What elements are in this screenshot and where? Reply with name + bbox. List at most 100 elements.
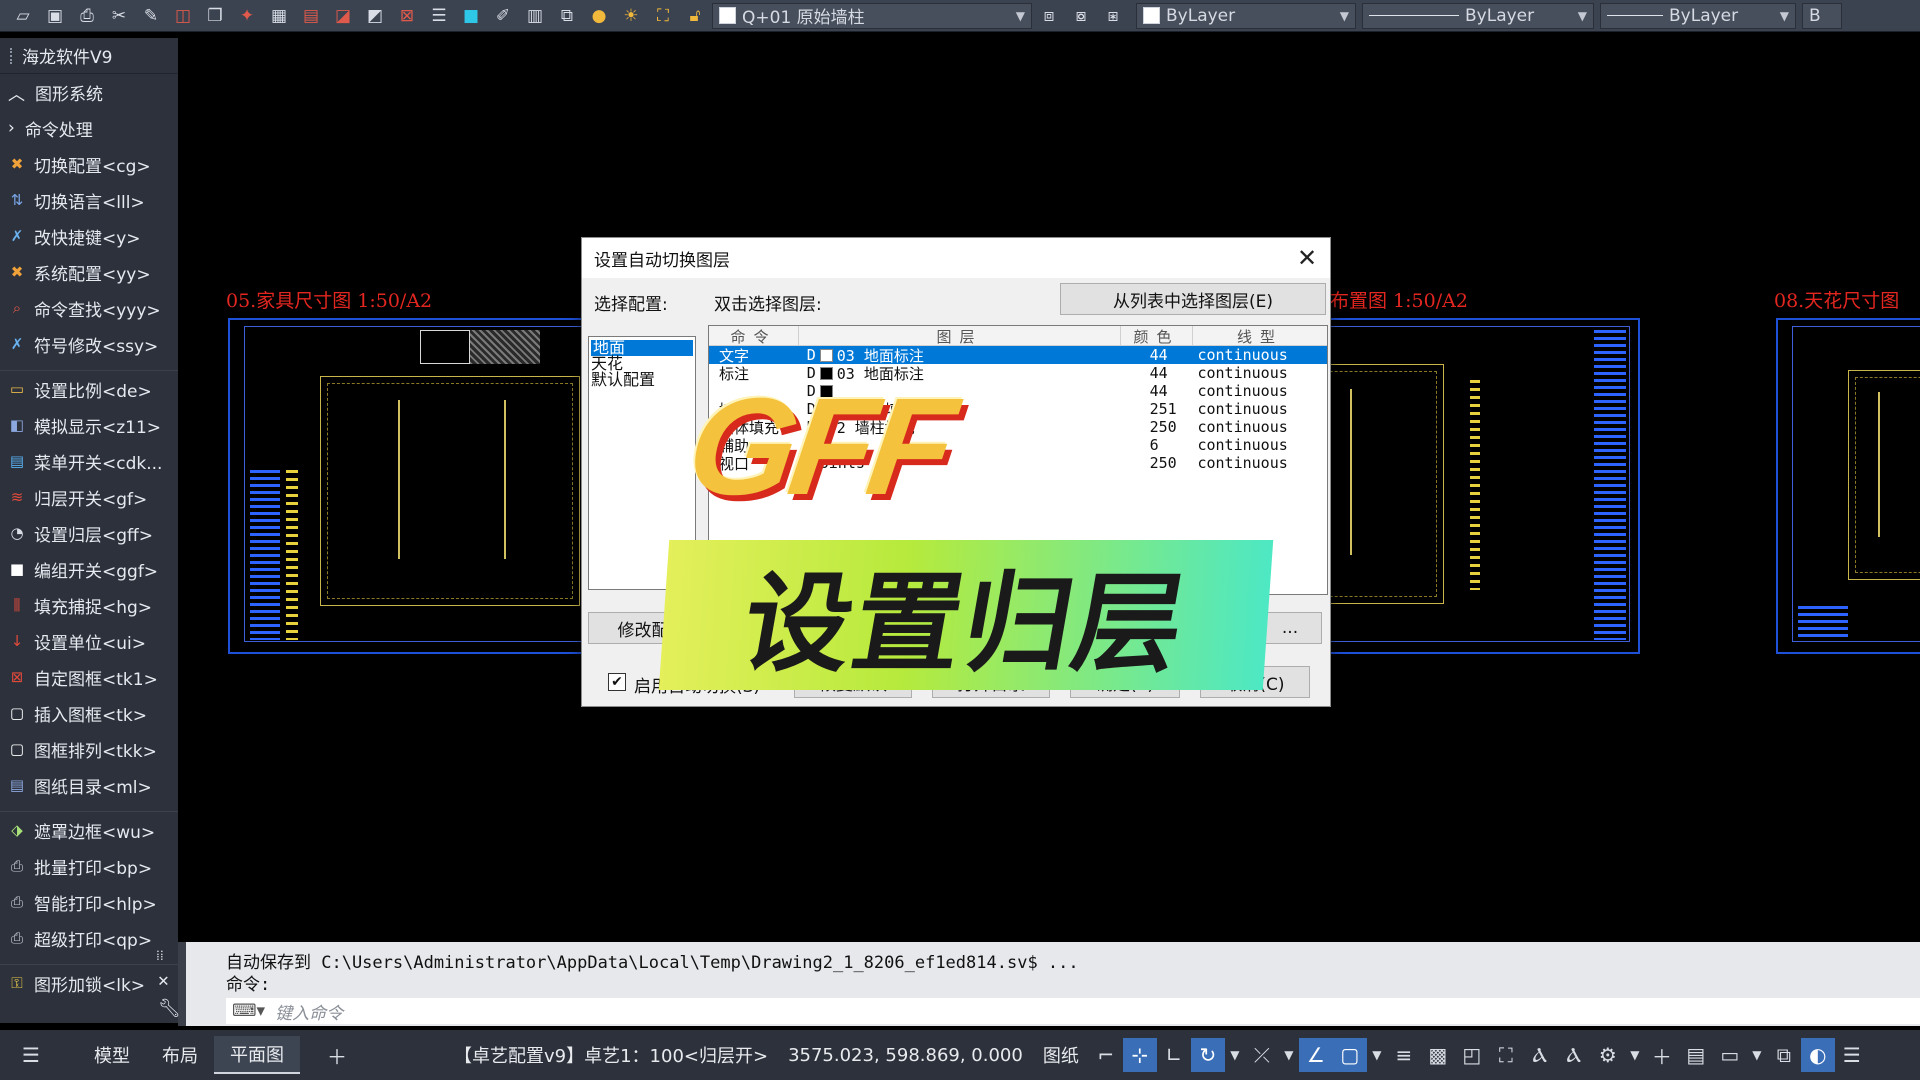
layer-unisolate-icon[interactable]: ⧆	[1098, 2, 1128, 30]
sidebar-item-insert-frame[interactable]: ▢ 插入图框<tk>	[0, 695, 178, 731]
sidebar-item-simulate-display[interactable]: ◧ 模拟显示<z11>	[0, 407, 178, 443]
sidebar-item-system-config[interactable]: ✖ 系统配置<yy>	[0, 254, 178, 290]
tab-plan[interactable]: 平面图	[214, 1036, 300, 1074]
selection-cycling-icon[interactable]: ◰	[1455, 1038, 1489, 1072]
lineweight-icon[interactable]: ≡	[1387, 1038, 1421, 1072]
transparency-icon[interactable]: ▩	[1421, 1038, 1455, 1072]
chevron-down-icon[interactable]: ▼	[1747, 1038, 1767, 1072]
layer-delete-icon[interactable]: ⊠	[392, 2, 422, 30]
sidebar-item-shortcut[interactable]: ✗ 改快捷键<y>	[0, 218, 178, 254]
chevron-down-icon[interactable]: ▼	[1367, 1038, 1387, 1072]
column-header[interactable]: 颜色	[1121, 326, 1193, 346]
sidebar-item-mask-border[interactable]: ⬗ 遮罩边框<wu>	[0, 812, 178, 848]
command-input[interactable]: ⌨▾ 键入命令	[226, 998, 1920, 1024]
close-icon[interactable]: ✕	[1284, 238, 1330, 278]
column-header[interactable]: 命令	[709, 326, 799, 346]
chevron-down-icon[interactable]: ▼	[1225, 1038, 1245, 1072]
display-icon[interactable]: ▭	[1713, 1038, 1747, 1072]
isometric-icon[interactable]: ⤫	[1245, 1038, 1279, 1072]
crosshair-icon[interactable]: ＋	[1645, 1038, 1679, 1072]
layer-dropdown[interactable]: Q+01 原始墙柱 ▼	[712, 2, 1032, 29]
lineweight-dropdown[interactable]: ByLayer ▼	[1600, 2, 1796, 29]
chevron-down-icon[interactable]: ▼	[1279, 1038, 1299, 1072]
isolate-objects-icon[interactable]: ◐	[1800, 1038, 1835, 1072]
sidebar-item-set-layer[interactable]: ◔ 设置归层<gff>	[0, 515, 178, 551]
hamburger-menu-icon[interactable]: ☰	[14, 1038, 48, 1072]
layer-state-icon[interactable]: ◪	[328, 2, 358, 30]
paper-toggle[interactable]: 图纸	[1033, 1042, 1089, 1068]
save-icon[interactable]: ▣	[40, 2, 70, 30]
sidebar-item-lock-drawing[interactable]: ⚿ 图形加锁<lk>	[0, 965, 178, 1001]
sidebar-item-group-toggle[interactable]: ■ 编组开关<ggf>	[0, 551, 178, 587]
sidebar-item-command-search[interactable]: ⌕ 命令查找<yyy>	[0, 290, 178, 326]
annotation-scale-icon[interactable]: Ⲁ	[1557, 1038, 1591, 1072]
workspace-icon[interactable]: ⧉	[1767, 1038, 1801, 1072]
sidebar-section-graphics[interactable]: ︿ 图形系统	[0, 74, 178, 110]
3d-snap-icon[interactable]: ⛶	[1489, 1038, 1523, 1072]
table-row[interactable]: 文字 D 03 地面标注 44 continuous	[709, 346, 1327, 365]
ortho-icon[interactable]: ∟	[1157, 1038, 1191, 1072]
sidebar-item-custom-frame[interactable]: ⊠ 自定图框<tk1>	[0, 659, 178, 695]
linetype-dropdown[interactable]: ByLayer ▼	[1362, 2, 1594, 29]
plotstyle-dropdown[interactable]: B	[1802, 2, 1842, 29]
config-option[interactable]: 默认配置	[589, 372, 695, 388]
snap-mode-icon[interactable]: ⊹	[1122, 1038, 1157, 1072]
color-dropdown[interactable]: ByLayer ▼	[1136, 2, 1356, 29]
sidebar-item-hatch-snap[interactable]: ⫼ 填充捕捉<hg>	[0, 587, 178, 623]
sidebar-section-commands[interactable]: › 命令处理	[0, 110, 178, 146]
lock-icon[interactable]: 🔓︎	[680, 2, 710, 30]
object-snap-icon[interactable]: ▢	[1332, 1038, 1367, 1072]
layer-manager-icon[interactable]: ☰	[424, 2, 454, 30]
drag-handle-icon[interactable]	[10, 47, 14, 64]
calculator-icon[interactable]: ▥	[520, 2, 550, 30]
close-icon[interactable]: ✕	[158, 970, 169, 991]
sidebar-item-symbol-edit[interactable]: ✗ 符号修改<ssy>	[0, 326, 178, 362]
wrench-icon[interactable]: 🔧︎	[158, 998, 181, 1019]
command-history-icon[interactable]: ⌨▾	[232, 1001, 265, 1021]
snap-grid-icon[interactable]: ⌐	[1089, 1038, 1123, 1072]
table-icon[interactable]: ▤	[296, 2, 326, 30]
print-icon[interactable]: ⎙	[72, 2, 102, 30]
copy-icon[interactable]: ❐	[200, 2, 230, 30]
sidebar-item-menu-toggle[interactable]: ▤ 菜单开关<cdk...	[0, 443, 178, 479]
select-from-list-button[interactable]: 从列表中选择图层(E)	[1060, 283, 1326, 315]
sidebar-item-frame-arrange[interactable]: ▢ 图框排列<tkk>	[0, 731, 178, 767]
auto-switch-checkbox[interactable]: ✔	[608, 673, 626, 691]
layer-cyan-icon[interactable]: ■	[456, 2, 486, 30]
cut-icon[interactable]: ✂	[104, 2, 134, 30]
tab-model[interactable]: 模型	[78, 1036, 146, 1074]
layer-previous-icon[interactable]: ⧈	[1034, 2, 1064, 30]
window-icon[interactable]: ▦	[264, 2, 294, 30]
sidebar-item-smart-print[interactable]: ⎙ 智能打印<hlp>	[0, 884, 178, 920]
chevron-down-icon[interactable]: ▼	[1625, 1038, 1645, 1072]
properties-icon[interactable]: ▤	[1679, 1038, 1713, 1072]
sidebar-item-batch-print[interactable]: ⎙ 批量打印<bp>	[0, 848, 178, 884]
annotation-visibility-icon[interactable]: Ⲁ	[1523, 1038, 1557, 1072]
open-file-icon[interactable]: ▱	[8, 2, 38, 30]
layer-walk-icon[interactable]: ◩	[360, 2, 390, 30]
layer-isolate-icon[interactable]: ⧇	[1066, 2, 1096, 30]
explode-icon[interactable]: ✦	[232, 2, 262, 30]
match-properties-icon[interactable]: ✎	[136, 2, 166, 30]
freeze-icon[interactable]: ⛶	[648, 2, 678, 30]
object-snap-tracking-icon[interactable]: ∠	[1298, 1038, 1333, 1072]
sidebar-item-set-units[interactable]: ↓ 设置单位<ui>	[0, 623, 178, 659]
sidebar-item-layer-toggle[interactable]: ≋ 归层开关<gf>	[0, 479, 178, 515]
edit-icon[interactable]: ✐	[488, 2, 518, 30]
grip-icon[interactable]: ⁞⁞	[156, 948, 164, 965]
bulb-icon[interactable]: ●	[584, 2, 614, 30]
sidebar-item-switch-config[interactable]: ✖ 切换配置<cg>	[0, 146, 178, 182]
customize-menu-icon[interactable]: ☰	[1835, 1038, 1869, 1072]
sidebar-item-drawing-index[interactable]: ▤ 图纸目录<ml>	[0, 767, 178, 803]
layer-match-icon[interactable]: ⧉	[552, 2, 582, 30]
polar-tracking-icon[interactable]: ↻	[1190, 1038, 1225, 1072]
config-info[interactable]: 【卓艺配置v9】卓艺1：100<归层开>	[444, 1042, 778, 1068]
sidebar-item-set-scale[interactable]: ▭ 设置比例<de>	[0, 371, 178, 407]
tab-layout[interactable]: 布局	[146, 1036, 214, 1074]
gear-icon[interactable]: ⚙	[1591, 1038, 1625, 1072]
add-tab-icon[interactable]: ＋	[320, 1038, 354, 1072]
sun-icon[interactable]: ☀	[616, 2, 646, 30]
sidebar-item-switch-language[interactable]: ⇅ 切换语言<lll>	[0, 182, 178, 218]
sidebar-item-super-print[interactable]: ⎙ 超级打印<qp>	[0, 920, 178, 956]
column-header[interactable]: 图层	[799, 326, 1121, 346]
